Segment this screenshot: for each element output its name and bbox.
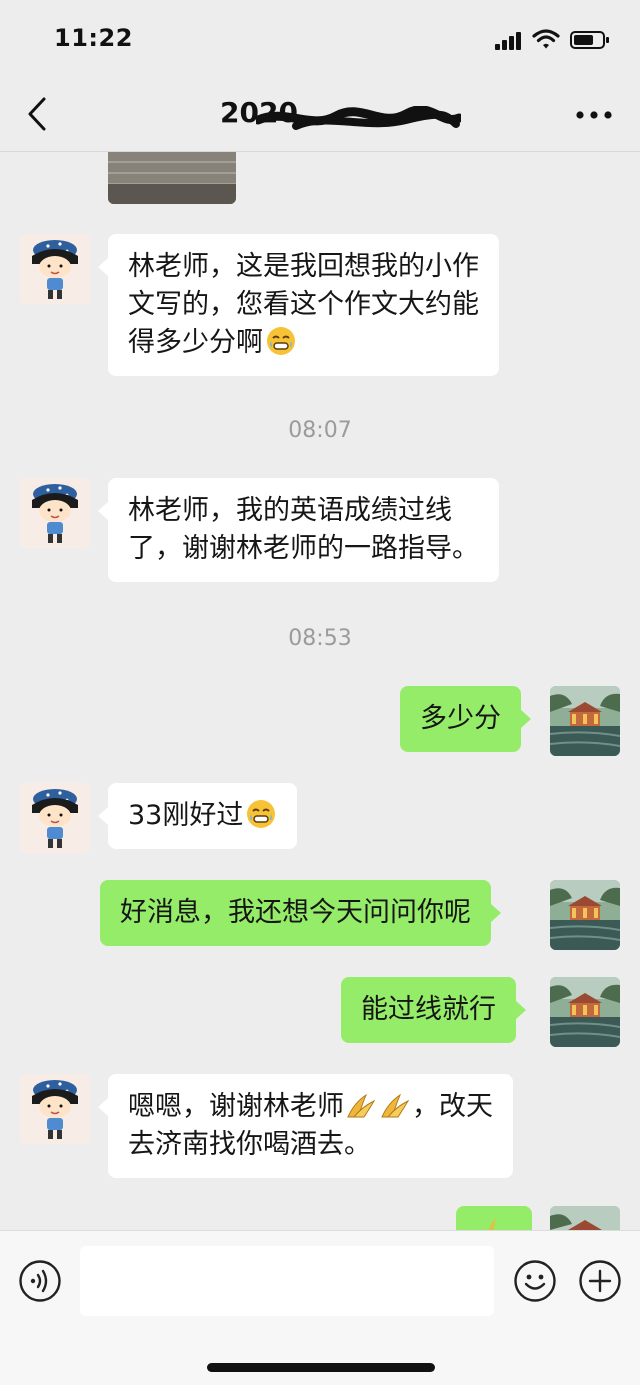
chat-header: 2020 bbox=[0, 80, 640, 152]
cellular-signal-icon bbox=[495, 32, 525, 50]
contact-avatar[interactable] bbox=[20, 783, 90, 853]
plus-icon[interactable] bbox=[578, 1259, 622, 1303]
praying-hands-emoji bbox=[381, 1093, 410, 1118]
message-text: 了，谢谢林老师的一路指导。 bbox=[128, 533, 479, 564]
message-text: 林老师，这是我回想我的小作 bbox=[128, 251, 479, 282]
smiley-icon[interactable] bbox=[513, 1259, 557, 1303]
message-text: 能过线就行 bbox=[361, 994, 496, 1025]
redaction-scribble bbox=[256, 106, 461, 130]
message-bubble-outgoing[interactable]: 好消息，我还想今天问问你呢 bbox=[100, 880, 501, 946]
grimace-sweat-emoji bbox=[267, 327, 295, 355]
message-bubble-outgoing[interactable]: 能过线就行 bbox=[341, 977, 526, 1043]
message-text: 嗯嗯，谢谢林老师 ，改天 bbox=[128, 1091, 493, 1122]
chevron-left-icon[interactable] bbox=[22, 96, 52, 132]
contact-avatar[interactable] bbox=[20, 1074, 90, 1144]
status-bar: 11:22 bbox=[0, 0, 640, 80]
contact-avatar[interactable] bbox=[20, 478, 90, 548]
message-text: 33刚好过 bbox=[128, 797, 277, 835]
wifi-icon bbox=[532, 29, 560, 49]
message-text: 林老师，我的英语成绩过线 bbox=[128, 495, 452, 526]
message-text: 好消息，我还想今天问问你呢 bbox=[120, 897, 471, 928]
my-avatar[interactable] bbox=[550, 977, 620, 1047]
message-text: 得多少分啊 bbox=[128, 324, 479, 362]
timestamp: 08:07 bbox=[288, 418, 352, 443]
message-text: 多少分 bbox=[420, 703, 501, 734]
message-bubble-outgoing-partial[interactable] bbox=[456, 1206, 532, 1230]
home-indicator[interactable] bbox=[207, 1363, 435, 1372]
message-text: 去济南找你喝酒去。 bbox=[128, 1129, 371, 1160]
praying-hands-emoji bbox=[347, 1093, 376, 1118]
battery-icon bbox=[570, 31, 609, 49]
message-input[interactable] bbox=[80, 1246, 494, 1316]
message-bubble-incoming[interactable]: 33刚好过 bbox=[97, 783, 298, 849]
message-bubble-incoming[interactable]: 林老师，这是我回想我的小作 文写的，您看这个作文大约能 得多少分啊 bbox=[98, 234, 499, 376]
more-dots-icon[interactable] bbox=[574, 108, 614, 122]
image-message-fragment[interactable] bbox=[108, 152, 236, 204]
message-bubble-incoming[interactable]: 林老师，我的英语成绩过线 了，谢谢林老师的一路指导。 bbox=[98, 478, 499, 582]
my-avatar[interactable] bbox=[550, 880, 620, 950]
message-bubble-outgoing[interactable]: 多少分 bbox=[400, 686, 531, 752]
timestamp: 08:53 bbox=[288, 626, 352, 651]
my-avatar[interactable] bbox=[550, 1206, 620, 1230]
contact-avatar[interactable] bbox=[20, 234, 90, 304]
grimace-sweat-emoji bbox=[247, 800, 276, 828]
voice-icon[interactable] bbox=[18, 1259, 62, 1303]
status-time: 11:22 bbox=[54, 24, 133, 52]
message-bubble-incoming[interactable]: 嗯嗯，谢谢林老师 ，改天 去济南找你喝酒去。 bbox=[98, 1074, 513, 1178]
message-list[interactable]: 林老师，这是我回想我的小作 文写的，您看这个作文大约能 得多少分啊 08:07 … bbox=[0, 152, 640, 1230]
input-bar bbox=[0, 1230, 640, 1385]
my-avatar[interactable] bbox=[550, 686, 620, 756]
message-text: 文写的，您看这个作文大约能 bbox=[128, 289, 479, 320]
